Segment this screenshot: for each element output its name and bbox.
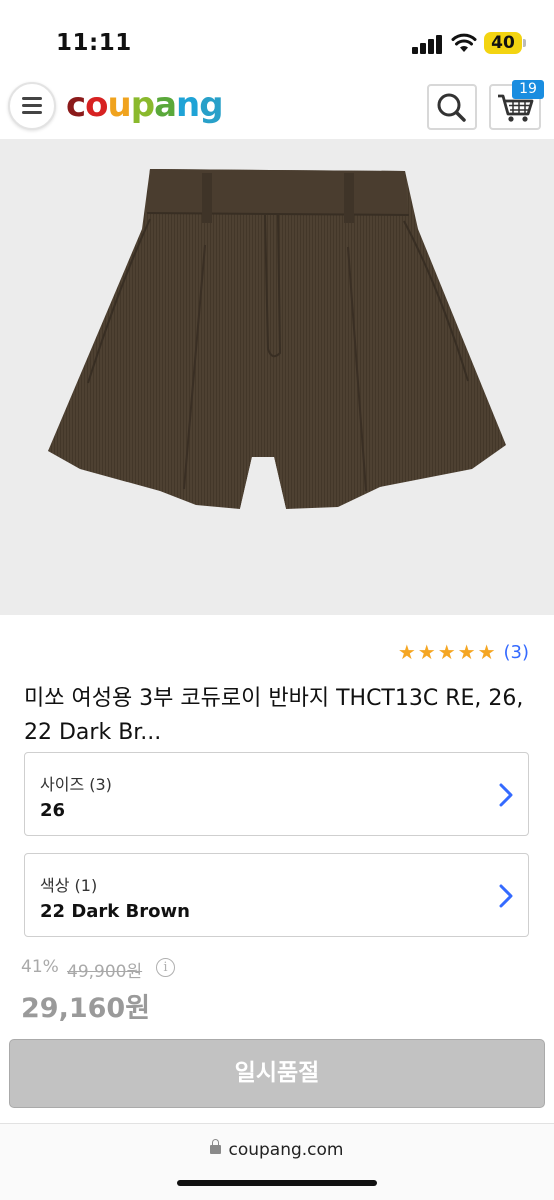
color-option-value: 22 Dark Brown <box>40 901 190 922</box>
status-bar: 11:11 40 <box>0 0 554 80</box>
star-icon: ★ <box>457 640 476 664</box>
star-icon: ★ <box>397 640 416 664</box>
logo-letter: p <box>130 85 155 125</box>
logo-letter: n <box>176 85 200 125</box>
search-button[interactable] <box>427 84 477 130</box>
logo-letter: u <box>107 85 132 125</box>
product-rating[interactable]: ★ ★ ★ ★ ★ (3) <box>398 640 529 664</box>
color-option-selector[interactable]: 색상 (1) 22 Dark Brown <box>24 853 529 937</box>
logo-letter: g <box>199 85 223 125</box>
product-title: 미쏘 여성용 3부 코듀로이 반바지 THCT13C RE, 26, 22 Da… <box>24 686 524 745</box>
logo-letter: c <box>66 85 86 125</box>
color-option-label: 색상 (1) <box>40 876 98 895</box>
site-header: coupang <box>0 80 554 138</box>
size-option-selector[interactable]: 사이즈 (3) 26 <box>24 752 529 836</box>
search-icon <box>437 93 466 122</box>
battery-tip <box>523 39 526 47</box>
status-time: 11:11 <box>56 30 132 56</box>
logo-letter: a <box>154 85 177 125</box>
chevron-right-icon <box>499 884 513 908</box>
chevron-right-icon <box>499 783 513 807</box>
url-text: coupang.com <box>228 1140 344 1160</box>
signal-icon <box>412 34 444 54</box>
logo-letter: o <box>85 85 108 125</box>
star-icon: ★ <box>437 640 456 664</box>
product-image[interactable] <box>0 139 554 615</box>
coupang-logo[interactable]: coupang <box>66 85 224 125</box>
size-option-value: 26 <box>40 800 66 821</box>
battery-indicator: 40 <box>484 32 522 54</box>
cart-count-badge: 19 <box>512 80 544 99</box>
star-rating: ★ ★ ★ ★ ★ <box>398 641 496 663</box>
lock-icon <box>210 1139 222 1154</box>
sale-price: 29,160원 <box>21 993 151 1024</box>
soldout-button[interactable]: 일시품절 <box>9 1039 545 1108</box>
wifi-icon <box>451 33 477 52</box>
corduroy-shorts-image <box>48 169 506 509</box>
review-count[interactable]: (3) <box>504 642 530 663</box>
original-price: 49,900원 <box>67 962 143 982</box>
home-indicator[interactable] <box>177 1180 377 1186</box>
menu-button[interactable] <box>8 82 56 130</box>
info-icon[interactable]: i <box>156 958 175 977</box>
url-bar[interactable]: coupang.com <box>0 1139 554 1160</box>
browser-bottom-bar <box>0 1124 554 1200</box>
size-option-label: 사이즈 (3) <box>40 775 112 794</box>
discount-rate: 41% <box>21 957 59 977</box>
star-icon: ★ <box>417 640 436 664</box>
star-icon: ★ <box>477 640 496 664</box>
